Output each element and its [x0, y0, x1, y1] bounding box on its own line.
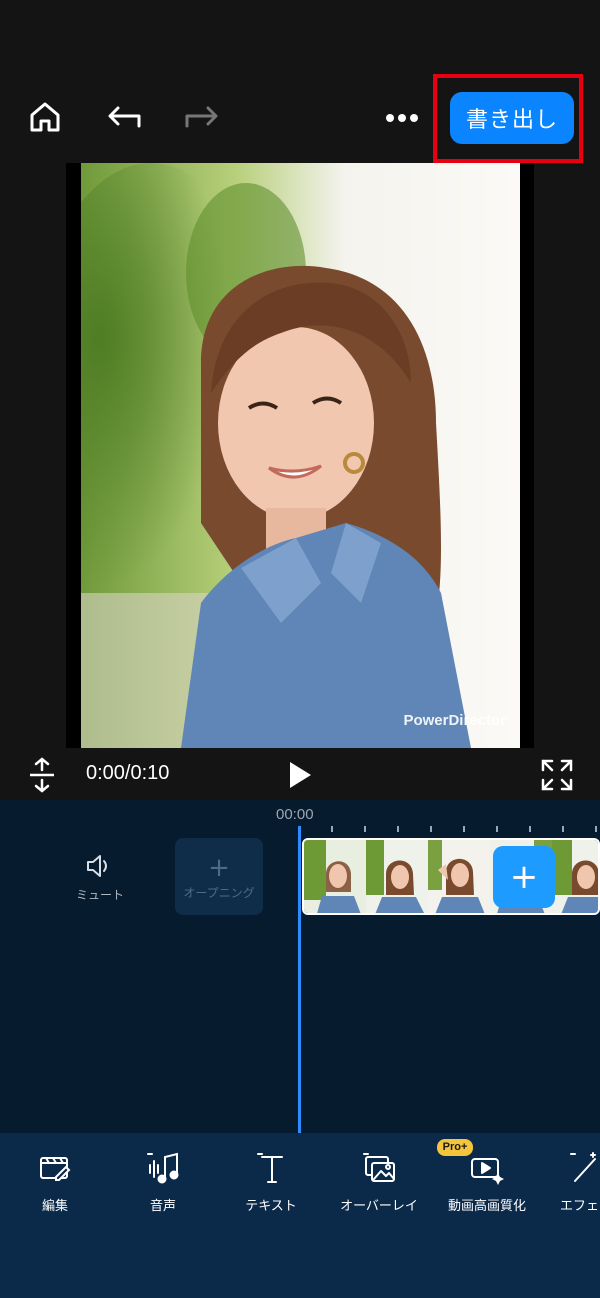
tool-overlay-label: オーバーレイ: [340, 1199, 418, 1214]
add-clip-button[interactable]: +: [493, 846, 555, 908]
undo-icon[interactable]: [104, 100, 144, 134]
clip-thumbnail: [304, 840, 366, 913]
opening-add-button[interactable]: + オープニング: [175, 838, 263, 915]
clip-thumbnail: [552, 840, 598, 913]
tool-text[interactable]: テキスト: [217, 1150, 325, 1214]
effect-icon: [537, 1150, 600, 1186]
speaker-icon: [70, 854, 130, 882]
audio-icon: [109, 1150, 217, 1186]
text-icon: [217, 1150, 325, 1186]
edit-icon: [1, 1150, 109, 1186]
playback-time: 0:00/0:10: [86, 762, 170, 784]
adjust-height-icon[interactable]: [26, 756, 58, 794]
tool-edit[interactable]: 編集: [1, 1150, 109, 1214]
play-icon[interactable]: [284, 758, 316, 792]
clip-thumbnail: [428, 840, 490, 913]
overlay-icon: [325, 1150, 433, 1186]
timeline-ruler-time: 00:00: [276, 806, 314, 823]
fullscreen-icon[interactable]: [538, 756, 576, 794]
tool-effect-label: エフェ: [560, 1199, 600, 1214]
export-button[interactable]: 書き出し: [450, 92, 574, 144]
tool-video-enhance-label: 動画高画質化: [447, 1199, 526, 1214]
redo-icon[interactable]: [182, 100, 222, 134]
watermark: PowerDirector: [403, 712, 506, 729]
plus-icon: +: [208, 853, 230, 883]
tool-audio-label: 音声: [149, 1199, 176, 1214]
video-preview-image[interactable]: PowerDirector: [81, 163, 520, 748]
tool-audio[interactable]: 音声: [109, 1150, 217, 1214]
mute-label: ミュート: [75, 888, 124, 902]
video-clip-track[interactable]: [302, 838, 600, 915]
tool-text-label: テキスト: [245, 1199, 297, 1214]
tool-effect[interactable]: エフェ: [537, 1150, 600, 1214]
tool-edit-label: 編集: [41, 1199, 68, 1214]
timeline-ruler-ticks: [331, 826, 597, 832]
more-options-icon[interactable]: [382, 104, 422, 132]
home-icon[interactable]: [26, 98, 64, 136]
clip-thumbnail: [366, 840, 428, 913]
opening-label: オープニング: [183, 886, 255, 900]
mute-button[interactable]: ミュート: [70, 854, 130, 903]
tool-video-enhance[interactable]: 動画高画質化: [433, 1150, 541, 1214]
playhead[interactable]: [298, 826, 301, 1133]
pro-plus-badge: Pro+: [437, 1139, 473, 1156]
tool-overlay[interactable]: オーバーレイ: [325, 1150, 433, 1214]
